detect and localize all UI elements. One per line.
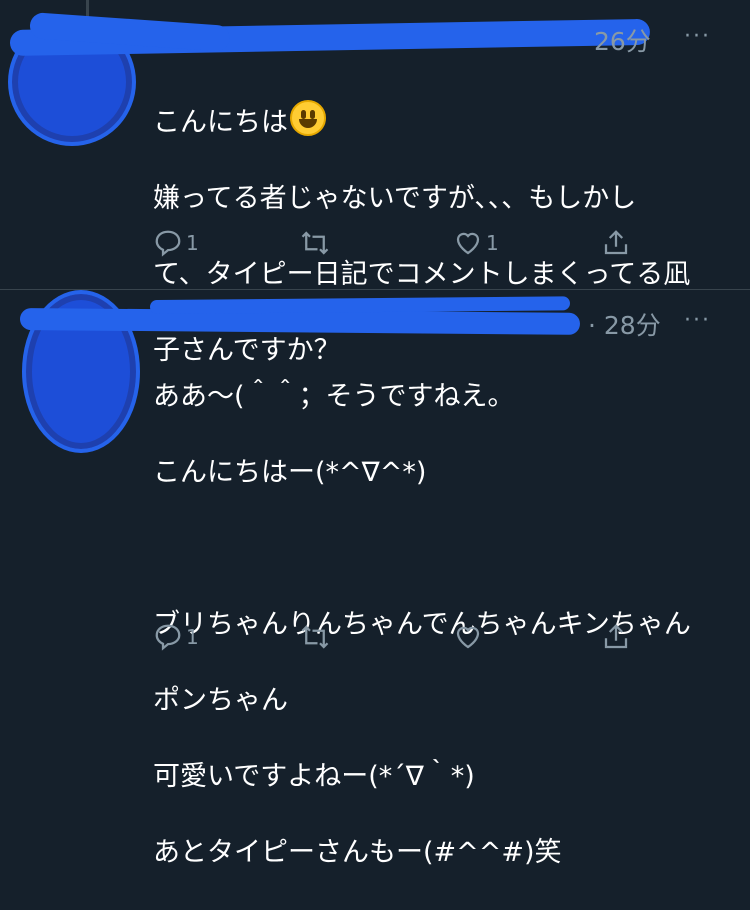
- share-button[interactable]: [601, 228, 631, 258]
- more-icon[interactable]: ···: [684, 308, 711, 333]
- reply-icon: [155, 230, 181, 257]
- share-icon: [604, 230, 628, 255]
- retweet-icon: [301, 625, 329, 649]
- tweet-text-line: こんにちはー(*^∇^*): [153, 457, 427, 488]
- like-count: 1: [486, 231, 499, 255]
- retweet-button[interactable]: [300, 228, 333, 258]
- tweet-reply-1[interactable]: 26分 ··· こんにちは 嫌ってる者じゃないですが、、、もしかし て、タイピー…: [0, 0, 750, 366]
- tweet-time[interactable]: 26分: [594, 22, 651, 58]
- retweet-icon: [301, 231, 329, 255]
- tweet-text-line: 嫌ってる者じゃないですが、、、もしかし: [153, 183, 637, 214]
- tweet-text-line: 可愛いですよねー(*´∇｀*): [153, 761, 475, 792]
- reply-button[interactable]: 1: [153, 228, 199, 258]
- tweet-text-line: あとタイピーさんもー(#^^#)笑: [153, 837, 562, 868]
- more-icon[interactable]: ···: [684, 24, 711, 49]
- reply-button[interactable]: 1: [153, 622, 199, 652]
- tweet-text-line: ああ～(＾＾；そうですねえ。: [153, 381, 515, 412]
- tweet-reply-2[interactable]: · 28分 ··· ああ～(＾＾；そうですねえ。 こんにちはー(*^∇^*) ブ…: [0, 290, 750, 868]
- tweet-time[interactable]: · 28分: [588, 306, 661, 342]
- like-button[interactable]: [453, 622, 486, 652]
- share-icon: [604, 624, 628, 649]
- like-icon: [456, 232, 480, 255]
- reply-count: 1: [186, 231, 199, 255]
- like-icon: [456, 626, 480, 649]
- share-button[interactable]: [601, 622, 631, 652]
- tweet-text-line: こんにちは: [153, 107, 288, 138]
- tweet-text-line: [153, 530, 723, 568]
- tweet-text-line: ポンちゃん: [153, 685, 288, 716]
- tweet-actions: 1: [153, 622, 653, 658]
- reply-icon: [155, 624, 181, 651]
- retweet-button[interactable]: [300, 622, 333, 652]
- like-button[interactable]: 1: [453, 228, 499, 258]
- tweet-actions: 1 1: [153, 228, 653, 264]
- reply-count: 1: [186, 625, 199, 649]
- grinning-face-emoji: [290, 100, 326, 136]
